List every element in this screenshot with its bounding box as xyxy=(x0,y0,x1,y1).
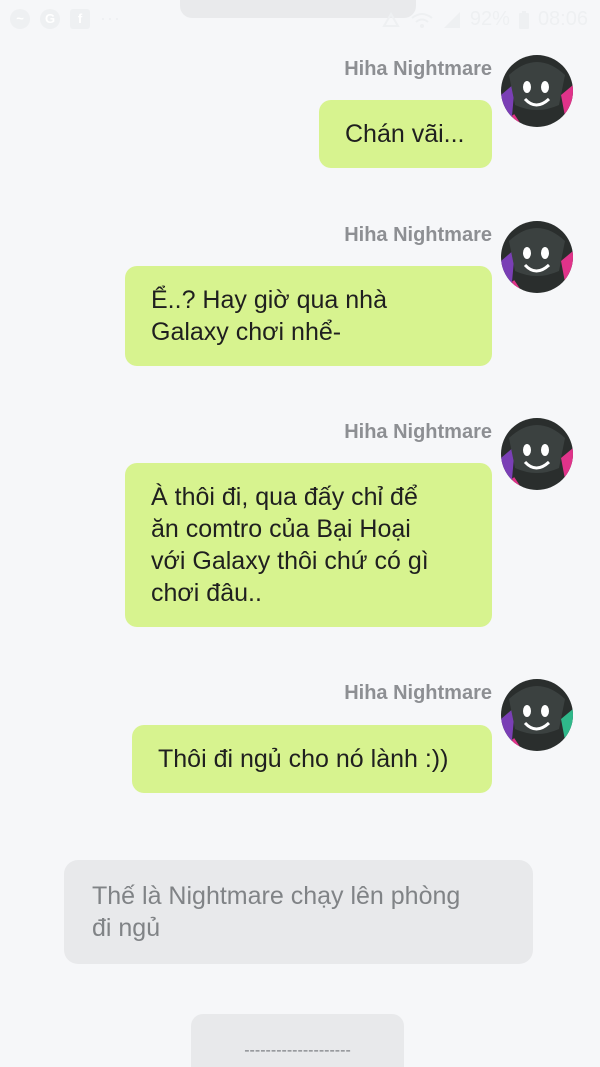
facebook-icon: f xyxy=(70,8,90,29)
avatar[interactable] xyxy=(501,221,573,293)
status-left: ~ G f ··· xyxy=(10,8,121,29)
sender-name: Hiha Nightmare xyxy=(344,682,492,704)
avatar-image xyxy=(501,679,573,751)
message-bubble[interactable]: Thôi đi ngủ cho nó lành :)) xyxy=(132,725,492,793)
battery-percent: 92% xyxy=(469,8,510,30)
avatar-image xyxy=(501,221,573,293)
divider-card[interactable]: -------------------- xyxy=(191,1014,404,1067)
avatar[interactable] xyxy=(501,55,573,127)
avatar-image xyxy=(501,55,573,127)
sender-name: Hiha Nightmare xyxy=(344,421,492,443)
avatar-image xyxy=(501,418,573,490)
avatar[interactable] xyxy=(501,418,573,490)
sender-name: Hiha Nightmare xyxy=(344,224,492,246)
signal-icon xyxy=(443,11,460,28)
narration-bubble[interactable]: Thế là Nightmare chạy lên phòng đi ngủ xyxy=(64,860,533,964)
more-notifications: ··· xyxy=(100,8,121,28)
avatar[interactable] xyxy=(501,679,573,751)
message-bubble[interactable]: Chán vãi... xyxy=(319,100,492,168)
wifi-icon xyxy=(411,12,433,28)
status-right: 92% 08:06 xyxy=(380,8,588,31)
clock: 08:06 xyxy=(537,8,588,30)
messenger-icon: ~ xyxy=(10,8,30,29)
battery-icon xyxy=(518,10,529,29)
status-bar: ~ G f ··· 92% 08:06 xyxy=(0,0,600,40)
google-icon: G xyxy=(40,8,60,29)
alarm-icon xyxy=(382,11,400,27)
message-bubble[interactable]: À thôi đi, qua đấy chỉ để ăn comtro của … xyxy=(125,463,492,627)
chat-screen: ~ G f ··· 92% 08:06 Hiha Nightmare Chán … xyxy=(0,0,600,1067)
message-bubble[interactable]: Ể..? Hay giờ qua nhà Galaxy chơi nhể- xyxy=(125,266,492,366)
sender-name: Hiha Nightmare xyxy=(344,58,492,80)
